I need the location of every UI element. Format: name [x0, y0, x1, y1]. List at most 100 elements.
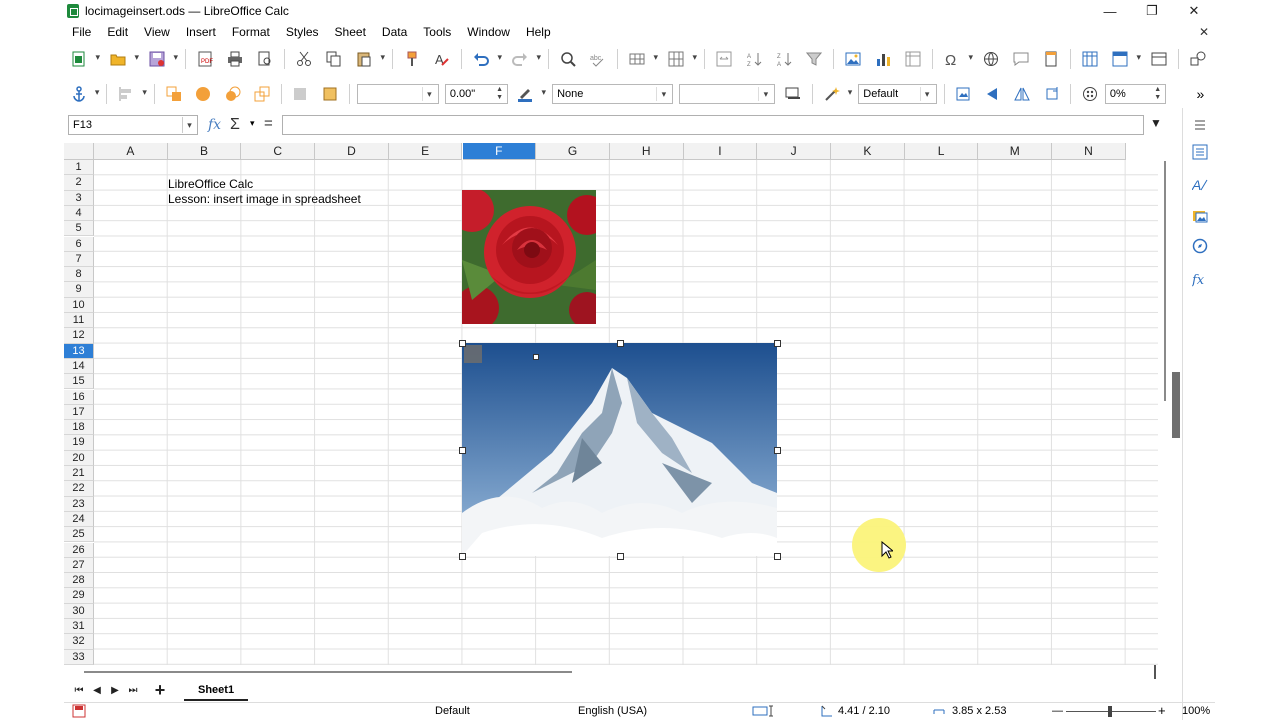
- line-width-field[interactable]: 0.00" ▲ ▼: [444, 84, 508, 104]
- row-header-7[interactable]: 7: [64, 251, 94, 268]
- row-header-3[interactable]: 3: [64, 190, 94, 206]
- print-icon[interactable]: [223, 48, 247, 70]
- row-header-4[interactable]: 4: [64, 205, 94, 222]
- sheet-tab-sheet1[interactable]: Sheet1: [184, 679, 249, 701]
- special-character-icon[interactable]: Ω: [940, 48, 973, 70]
- cut-icon[interactable]: [292, 48, 316, 70]
- row-header-33[interactable]: 33: [64, 649, 94, 665]
- resize-handle-bottom[interactable]: [617, 553, 624, 560]
- column-header-l[interactable]: L: [904, 143, 979, 160]
- sum-icon[interactable]: Σ: [230, 114, 240, 136]
- menu-data[interactable]: Data: [374, 22, 415, 42]
- navigator-icon[interactable]: [1189, 235, 1211, 257]
- back-one-icon[interactable]: [221, 83, 244, 105]
- new-document-icon[interactable]: [67, 48, 100, 70]
- spelling-icon[interactable]: abc: [586, 48, 610, 70]
- row-header-11[interactable]: 11: [64, 313, 94, 329]
- row-header-9[interactable]: 9: [64, 282, 94, 298]
- merge-cells-icon[interactable]: [712, 48, 736, 70]
- sidebar-collapse-handle[interactable]: [1172, 372, 1180, 438]
- functions-icon[interactable]: fx: [1189, 268, 1211, 290]
- row-header-26[interactable]: 26: [64, 542, 94, 558]
- row-header-13[interactable]: 13: [64, 343, 94, 359]
- row-header-8[interactable]: 8: [64, 267, 94, 283]
- resize-handle-top-right[interactable]: [774, 340, 781, 347]
- row-header-19[interactable]: 19: [64, 435, 94, 451]
- forward-one-icon[interactable]: [191, 83, 214, 105]
- column-header-j[interactable]: J: [757, 143, 831, 160]
- zoom-out-button[interactable]: —: [1052, 705, 1063, 717]
- menu-sheet[interactable]: Sheet: [327, 22, 374, 42]
- column-header-k[interactable]: K: [831, 143, 905, 160]
- open-folder-icon[interactable]: [106, 48, 139, 70]
- column-header-h[interactable]: H: [609, 143, 684, 160]
- close-document-button[interactable]: ✕: [1199, 22, 1209, 42]
- row-header-15[interactable]: 15: [64, 374, 94, 390]
- cell-cursor-fill-handle[interactable]: [533, 354, 539, 360]
- menu-file[interactable]: File: [64, 22, 99, 42]
- spin-arrows-icon[interactable]: ▲ ▼: [494, 86, 506, 102]
- transparency-icon[interactable]: [1078, 83, 1101, 105]
- transparency-field[interactable]: 0% ▲ ▼: [1104, 84, 1166, 104]
- column-header-c[interactable]: C: [241, 143, 316, 160]
- hyperlink-icon[interactable]: [979, 48, 1003, 70]
- row-header-10[interactable]: 10: [64, 297, 94, 313]
- column-header-b[interactable]: B: [167, 143, 242, 160]
- area-fill-dropdown[interactable]: ▾: [679, 84, 776, 104]
- align-objects-icon[interactable]: [114, 83, 148, 105]
- formula-equals-icon[interactable]: =: [264, 114, 273, 136]
- chevron-down-icon[interactable]: ▾: [250, 118, 255, 129]
- shadow-icon[interactable]: [781, 83, 804, 105]
- horizontal-split-handle[interactable]: [1154, 665, 1156, 679]
- insert-image-icon[interactable]: [841, 48, 865, 70]
- page-style[interactable]: Default: [435, 705, 470, 717]
- clone-formatting-icon[interactable]: [400, 48, 424, 70]
- styles-icon[interactable]: A: [1189, 173, 1211, 195]
- column-header-f[interactable]: F: [462, 143, 537, 160]
- row-header-12[interactable]: 12: [64, 328, 94, 344]
- row-header-24[interactable]: 24: [64, 511, 94, 528]
- freeze-rows-columns-icon[interactable]: [1108, 48, 1141, 70]
- row-header-23[interactable]: 23: [64, 496, 94, 512]
- row-header-28[interactable]: 28: [64, 573, 94, 589]
- undo-icon[interactable]: [469, 48, 502, 70]
- minimize-button[interactable]: —: [1089, 0, 1131, 22]
- language[interactable]: English (USA): [578, 705, 647, 717]
- autofilter-icon[interactable]: [802, 48, 826, 70]
- row-header-14[interactable]: 14: [64, 358, 94, 375]
- mountain-image[interactable]: [462, 343, 777, 556]
- row-header-16[interactable]: 16: [64, 389, 94, 405]
- column-header-i[interactable]: I: [683, 143, 758, 160]
- expand-formula-bar-icon[interactable]: ▼: [1150, 116, 1162, 130]
- close-button[interactable]: ✕: [1173, 0, 1215, 22]
- formula-input[interactable]: [282, 115, 1144, 135]
- row-header-31[interactable]: 31: [64, 619, 94, 635]
- first-sheet-icon[interactable]: ⏮: [70, 685, 88, 696]
- row-header-30[interactable]: 30: [64, 603, 94, 619]
- column-header-a[interactable]: A: [94, 143, 168, 160]
- sort-descending-icon[interactable]: ZA: [772, 48, 796, 70]
- last-sheet-icon[interactable]: ⏭: [124, 685, 142, 696]
- cell-b2[interactable]: LibreOffice Calc: [168, 177, 253, 191]
- vertical-scrollbar[interactable]: [1158, 143, 1172, 665]
- export-pdf-icon[interactable]: PDF: [193, 48, 217, 70]
- name-box[interactable]: F13 ▾: [68, 115, 198, 135]
- menu-tools[interactable]: Tools: [415, 22, 459, 42]
- zoom-level[interactable]: 100%: [1182, 705, 1210, 717]
- flip-vertical-icon[interactable]: [981, 83, 1004, 105]
- row-header-27[interactable]: 27: [64, 557, 94, 574]
- rose-image[interactable]: [462, 190, 596, 324]
- column-header-n[interactable]: N: [1052, 143, 1126, 160]
- column-header-e[interactable]: E: [388, 143, 463, 160]
- save-icon[interactable]: [145, 48, 178, 70]
- send-to-back-icon[interactable]: [250, 83, 273, 105]
- show-draw-functions-icon[interactable]: [1186, 48, 1210, 70]
- row-header-17[interactable]: 17: [64, 404, 94, 421]
- area-style-dropdown[interactable]: None ▾: [552, 84, 674, 104]
- column-header-d[interactable]: D: [315, 143, 389, 160]
- previous-sheet-icon[interactable]: ◀: [88, 685, 106, 696]
- menu-format[interactable]: Format: [224, 22, 278, 42]
- comment-icon[interactable]: [1009, 48, 1033, 70]
- row-header-18[interactable]: 18: [64, 420, 94, 436]
- horizontal-scrollbar[interactable]: [64, 665, 1158, 677]
